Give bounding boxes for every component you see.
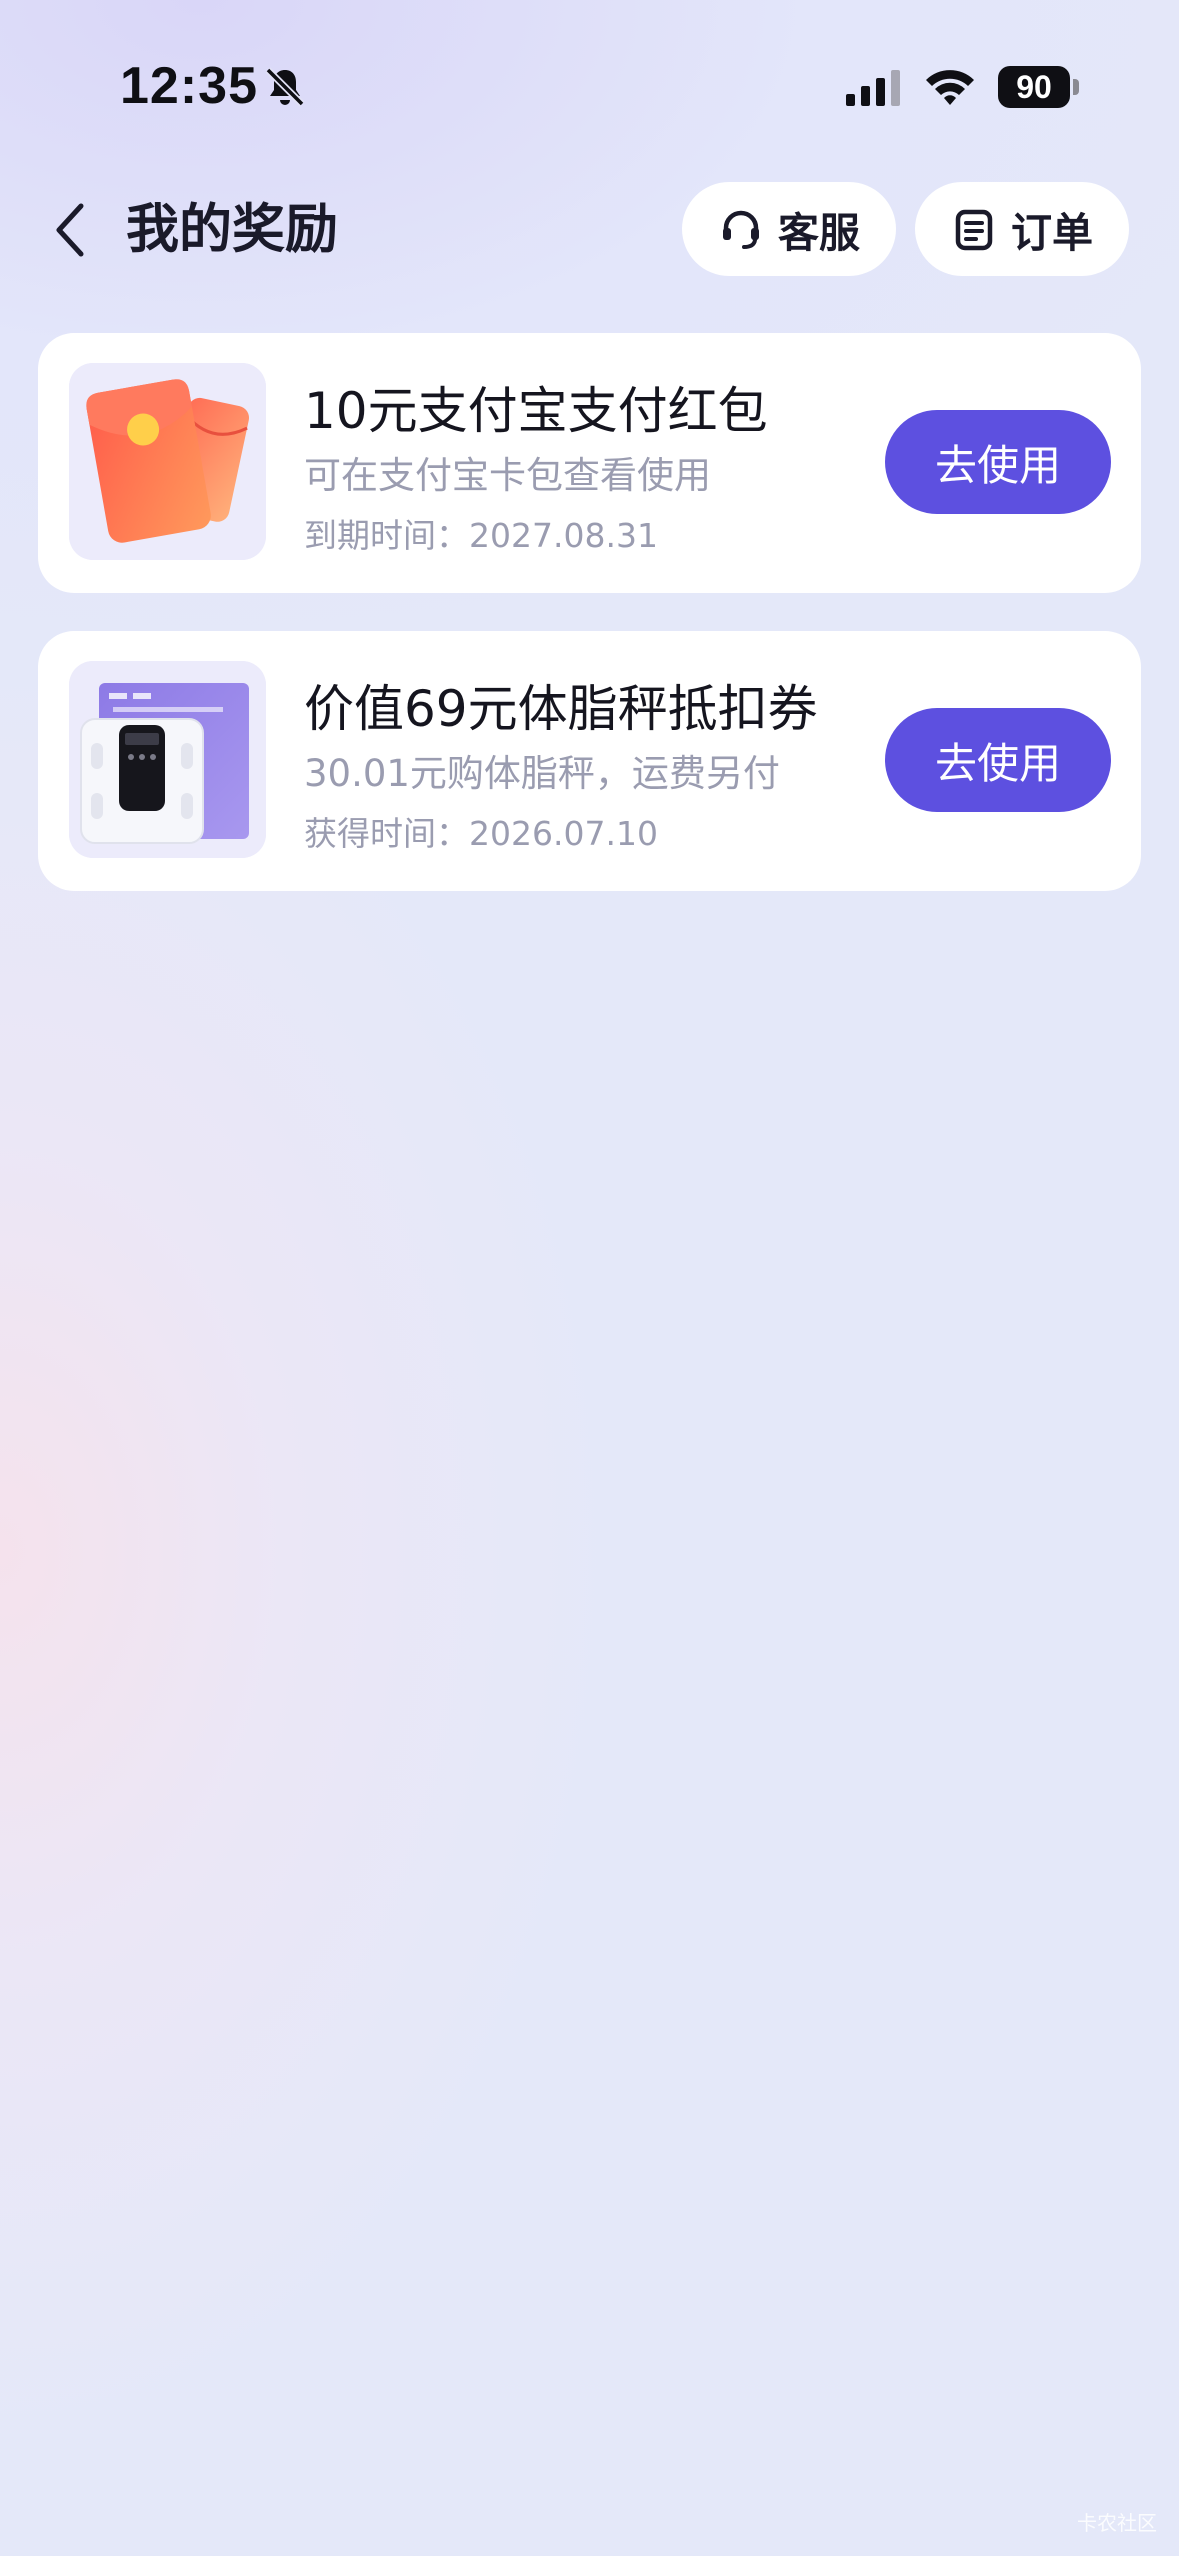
orders-button[interactable]: 订单 xyxy=(915,182,1129,276)
cellular-signal-icon xyxy=(846,70,900,106)
reward-description: 30.01元购体脂秤，运费另付 xyxy=(304,752,780,795)
watermark: 卡农社区 xyxy=(1077,2511,1157,2535)
customer-service-label: 客服 xyxy=(778,209,860,257)
page-header: 我的奖励 客服 订单 xyxy=(0,170,1179,290)
reward-title: 价值69元体脂秤抵扣券 xyxy=(304,680,818,738)
customer-service-button[interactable]: 客服 xyxy=(682,182,896,276)
reward-date: 获得时间：2026.07.10 xyxy=(304,814,658,853)
body-fat-scale-image xyxy=(69,661,266,858)
reward-description: 可在支付宝卡包查看使用 xyxy=(304,454,711,497)
page-title: 我的奖励 xyxy=(126,199,338,260)
clipboard-icon xyxy=(955,209,993,251)
status-time: 12:35 xyxy=(120,57,258,115)
battery-tip xyxy=(1073,79,1079,95)
back-button[interactable] xyxy=(40,192,100,268)
battery-icon: 90 xyxy=(998,66,1079,108)
orders-label: 订单 xyxy=(1011,209,1093,257)
battery-level: 90 xyxy=(998,66,1070,108)
bell-slash-icon xyxy=(265,67,305,107)
red-envelope-image xyxy=(69,363,266,560)
chevron-left-icon xyxy=(56,203,84,257)
use-button[interactable]: 去使用 xyxy=(885,708,1111,812)
reward-date: 到期时间：2027.08.31 xyxy=(304,516,658,555)
reward-card: 价值69元体脂秤抵扣券 30.01元购体脂秤，运费另付 获得时间：2026.07… xyxy=(38,631,1141,891)
use-button[interactable]: 去使用 xyxy=(885,410,1111,514)
status-bar: 12:35 90 xyxy=(0,0,1179,170)
wifi-icon xyxy=(926,70,974,105)
headset-icon xyxy=(723,210,759,249)
reward-card: 10元支付宝支付红包 可在支付宝卡包查看使用 到期时间：2027.08.31 去… xyxy=(38,333,1141,593)
reward-title: 10元支付宝支付红包 xyxy=(304,382,768,440)
